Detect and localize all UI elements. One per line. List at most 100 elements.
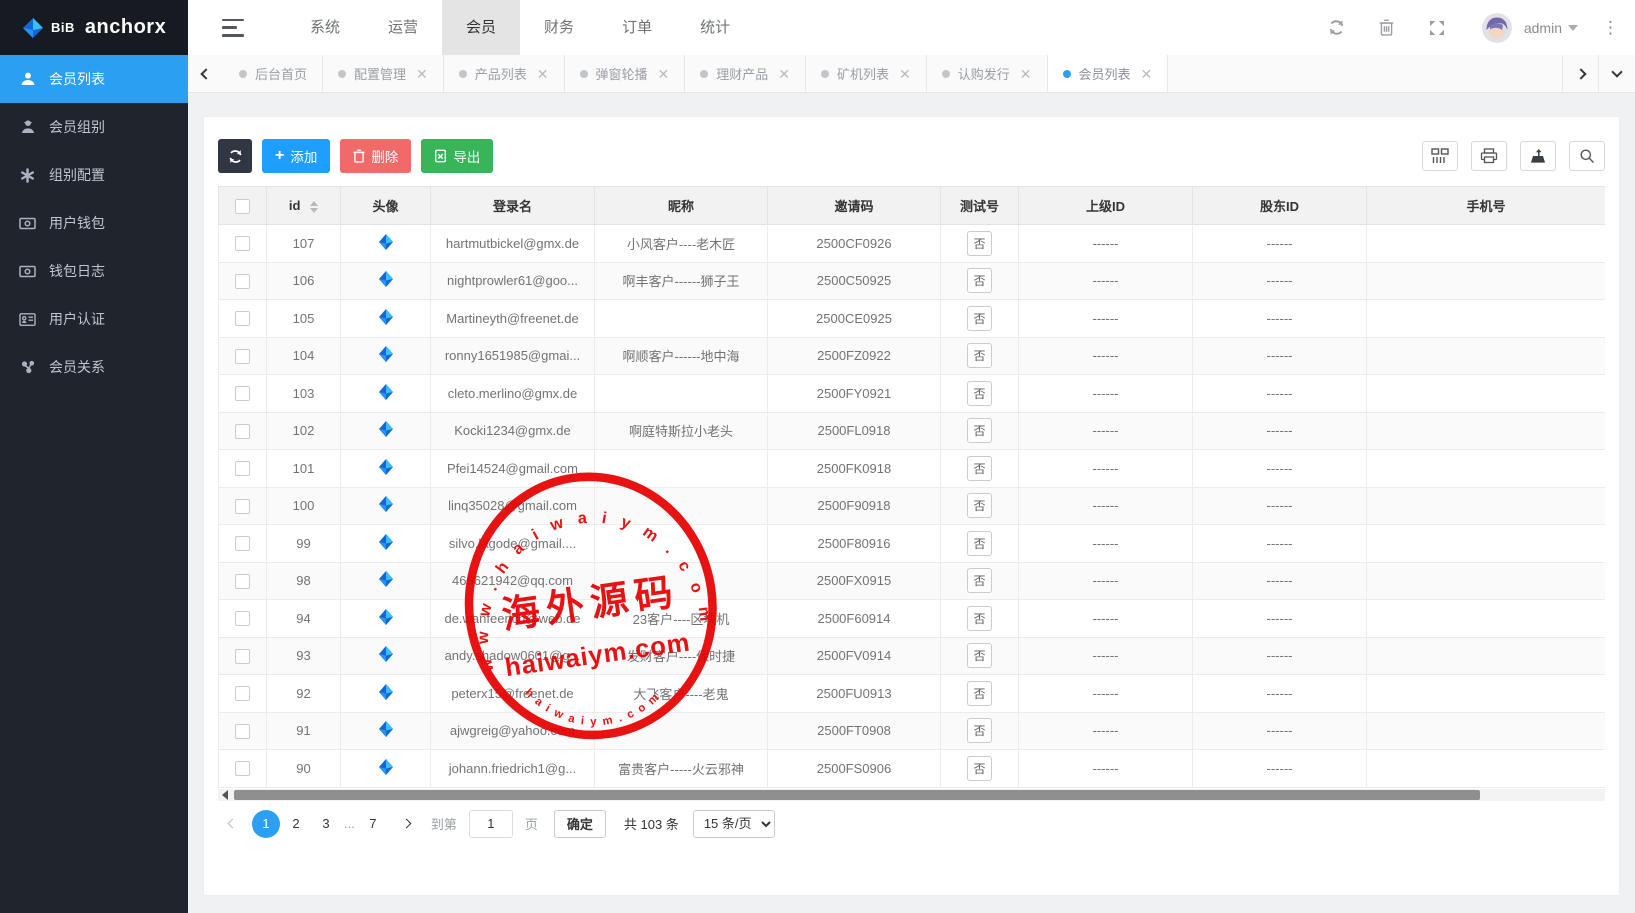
topnav-item[interactable]: 系统 xyxy=(286,0,364,55)
topnav-item[interactable]: 财务 xyxy=(520,0,598,55)
next-page-button[interactable] xyxy=(393,810,421,838)
prev-page-button[interactable] xyxy=(218,810,246,838)
id-header[interactable]: id xyxy=(267,187,341,225)
tab[interactable]: 会员列表✕ xyxy=(1048,55,1169,92)
scrollbar-thumb[interactable] xyxy=(234,790,1480,800)
trash-icon[interactable] xyxy=(1362,19,1412,36)
user-avatar[interactable] xyxy=(1482,13,1512,43)
sidebar-item[interactable]: 钱包日志 xyxy=(0,247,188,295)
test-flag-button[interactable]: 否 xyxy=(967,643,991,668)
refresh-button[interactable] xyxy=(218,139,252,173)
topnav-item[interactable]: 会员 xyxy=(442,0,520,55)
row-checkbox[interactable] xyxy=(235,536,250,551)
test-flag-button[interactable]: 否 xyxy=(967,718,991,743)
tab[interactable]: 认购发行✕ xyxy=(927,55,1048,92)
row-checkbox[interactable] xyxy=(235,461,250,476)
select-all-checkbox[interactable] xyxy=(235,199,250,214)
user-group-icon xyxy=(19,119,36,136)
test-flag-button[interactable]: 否 xyxy=(967,568,991,593)
tab-close-icon[interactable]: ✕ xyxy=(778,67,790,81)
sidebar-item[interactable]: 用户钱包 xyxy=(0,199,188,247)
tabs-scroll-right[interactable] xyxy=(1563,55,1599,92)
tabs-dropdown[interactable] xyxy=(1599,55,1635,92)
add-button[interactable]: + 添加 xyxy=(262,139,330,173)
phone-cell xyxy=(1367,375,1606,413)
goto-page-input[interactable] xyxy=(469,810,513,838)
print-icon[interactable] xyxy=(1471,141,1507,171)
phone-cell xyxy=(1367,712,1606,750)
test-flag-button[interactable]: 否 xyxy=(967,456,991,481)
tab-close-icon[interactable]: ✕ xyxy=(537,67,549,81)
per-page-select[interactable]: 15 条/页 xyxy=(693,810,775,838)
page-number-button[interactable]: 7 xyxy=(359,810,387,838)
row-checkbox[interactable] xyxy=(235,649,250,664)
user-menu[interactable]: admin xyxy=(1524,20,1578,36)
page-number-button[interactable]: 3 xyxy=(312,810,340,838)
tab[interactable]: 理财产品✕ xyxy=(685,55,806,92)
tab[interactable]: 矿机列表✕ xyxy=(806,55,927,92)
row-checkbox[interactable] xyxy=(235,386,250,401)
scroll-left-arrow-icon[interactable] xyxy=(222,790,228,800)
refresh-icon[interactable] xyxy=(1312,19,1362,36)
search-icon[interactable] xyxy=(1569,141,1605,171)
test-flag-button[interactable]: 否 xyxy=(967,418,991,443)
row-checkbox[interactable] xyxy=(235,236,250,251)
test-flag-button[interactable]: 否 xyxy=(967,681,991,706)
row-checkbox[interactable] xyxy=(235,686,250,701)
topnav-item[interactable]: 运营 xyxy=(364,0,442,55)
sidebar-item[interactable]: 会员列表 xyxy=(0,55,188,103)
row-checkbox[interactable] xyxy=(235,424,250,439)
row-checkbox[interactable] xyxy=(235,761,250,776)
test-flag-button[interactable]: 否 xyxy=(967,493,991,518)
row-checkbox[interactable] xyxy=(235,611,250,626)
tab[interactable]: 配置管理✕ xyxy=(323,55,444,92)
test-flag-button[interactable]: 否 xyxy=(967,306,991,331)
tab[interactable]: 弹窗轮播✕ xyxy=(565,55,686,92)
export-button[interactable]: 导出 xyxy=(421,139,493,173)
fullscreen-icon[interactable] xyxy=(1412,20,1462,36)
sidebar-item[interactable]: 会员关系 xyxy=(0,343,188,391)
row-checkbox[interactable] xyxy=(235,574,250,589)
tab-close-icon[interactable]: ✕ xyxy=(899,67,911,81)
confirm-button[interactable]: 确定 xyxy=(554,810,606,838)
test-flag-button[interactable]: 否 xyxy=(967,606,991,631)
more-menu-icon[interactable]: ⋮ xyxy=(1602,19,1619,36)
page-number-button[interactable]: 2 xyxy=(282,810,310,838)
test-flag-button[interactable]: 否 xyxy=(967,343,991,368)
topnav-item[interactable]: 订单 xyxy=(598,0,676,55)
test-flag-button[interactable]: 否 xyxy=(967,268,991,293)
sidebar-toggle-icon[interactable] xyxy=(222,19,244,37)
delete-button[interactable]: 删除 xyxy=(340,139,411,173)
tab[interactable]: 产品列表✕ xyxy=(444,55,565,92)
parent-id-cell: ------ xyxy=(1019,750,1193,788)
shareholder-id-cell: ------ xyxy=(1193,675,1367,713)
sidebar-item[interactable]: 用户认证 xyxy=(0,295,188,343)
horizontal-scrollbar[interactable] xyxy=(218,789,1605,801)
tab[interactable]: 后台首页 xyxy=(224,55,323,92)
tab-close-icon[interactable]: ✕ xyxy=(1020,67,1032,81)
row-checkbox[interactable] xyxy=(235,311,250,326)
tab-close-icon[interactable]: ✕ xyxy=(1141,67,1153,81)
tabs-scroll-left[interactable] xyxy=(188,55,224,92)
row-checkbox[interactable] xyxy=(235,724,250,739)
columns-toggle-icon[interactable] xyxy=(1422,141,1458,171)
username: admin xyxy=(1524,20,1562,36)
test-flag-button[interactable]: 否 xyxy=(967,231,991,256)
row-checkbox[interactable] xyxy=(235,499,250,514)
page-number-button[interactable]: 1 xyxy=(252,810,280,838)
test-flag-button[interactable]: 否 xyxy=(967,531,991,556)
sidebar-item[interactable]: 组别配置 xyxy=(0,151,188,199)
row-checkbox[interactable] xyxy=(235,274,250,289)
row-checkbox[interactable] xyxy=(235,349,250,364)
sidebar-item[interactable]: 会员组别 xyxy=(0,103,188,151)
test-flag-button[interactable]: 否 xyxy=(967,381,991,406)
id-cell: 105 xyxy=(267,300,341,338)
sort-icon[interactable] xyxy=(310,201,318,213)
tab-close-icon[interactable]: ✕ xyxy=(658,67,670,81)
login-cell: Kocki1234@gmx.de xyxy=(431,412,595,450)
test-flag-button[interactable]: 否 xyxy=(967,756,991,781)
tab-close-icon[interactable]: ✕ xyxy=(416,67,428,81)
topnav-item[interactable]: 统计 xyxy=(676,0,754,55)
export-file-icon[interactable] xyxy=(1520,141,1556,171)
sidebar-item-label: 会员关系 xyxy=(49,357,105,377)
